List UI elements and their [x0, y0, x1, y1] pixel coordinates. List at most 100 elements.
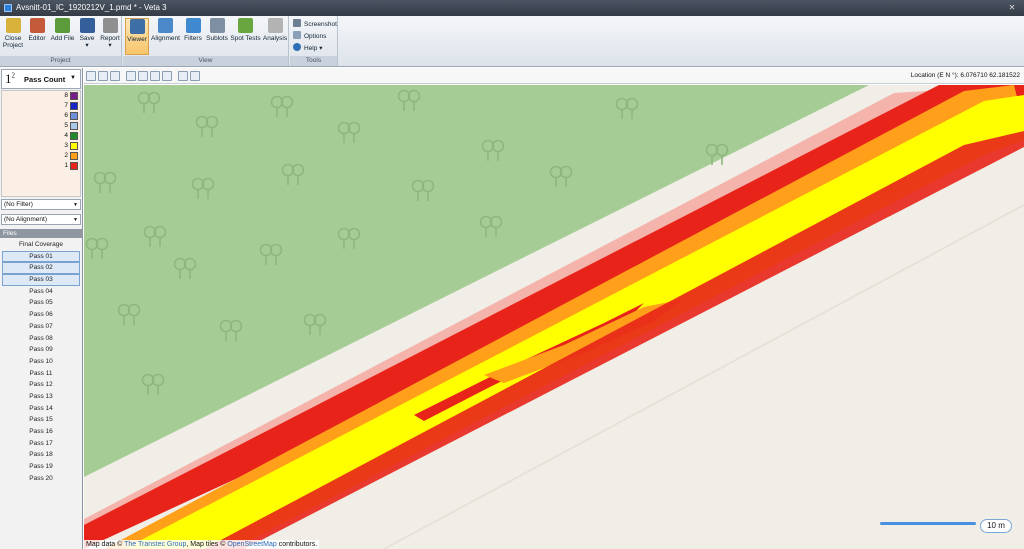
zoom-in-icon[interactable] — [126, 71, 136, 81]
file-item-pass-02[interactable]: Pass 02 — [2, 262, 80, 275]
file-item-pass-19[interactable]: Pass 19 — [2, 461, 80, 473]
project-group-label: Project — [0, 56, 121, 66]
file-item-pass-09[interactable]: Pass 09 — [2, 344, 80, 356]
help-icon — [293, 43, 301, 51]
legend-swatch — [70, 132, 78, 140]
legend-swatch — [70, 112, 78, 120]
legend: 8 7 6 5 4 3 2 1 — [1, 90, 81, 197]
editor-button[interactable]: Editor — [26, 18, 48, 55]
legend-row: 4 — [2, 131, 80, 141]
viewer-label: Viewer — [127, 36, 147, 43]
file-item-pass-20[interactable]: Pass 20 — [2, 473, 80, 485]
zoom-out-icon[interactable] — [138, 71, 148, 81]
print-icon[interactable] — [150, 71, 160, 81]
spot-tests-button[interactable]: Spot Tests — [230, 18, 261, 55]
file-item-pass-04[interactable]: Pass 04 — [2, 286, 80, 298]
screenshot-button[interactable]: Screenshot — [293, 19, 337, 30]
viewer-icon — [129, 19, 145, 34]
legend-swatch — [70, 122, 78, 130]
analysis-button[interactable]: Analysis — [262, 18, 288, 55]
alignment-dropdown[interactable]: (No Alignment) ▼ — [1, 214, 81, 225]
editor-icon — [29, 18, 45, 33]
scale-bar — [880, 522, 976, 525]
color-scheme-icon[interactable] — [190, 71, 200, 81]
file-item-pass-18[interactable]: Pass 18 — [2, 449, 80, 461]
file-item-pass-16[interactable]: Pass 16 — [2, 426, 80, 438]
export-icon[interactable] — [162, 71, 172, 81]
file-item-final-coverage[interactable]: Final Coverage — [2, 239, 80, 251]
add-file-icon — [55, 18, 70, 33]
file-item-pass-01[interactable]: Pass 01 — [2, 250, 80, 263]
file-item-pass-12[interactable]: Pass 12 — [2, 379, 80, 391]
file-item-pass-03[interactable]: Pass 03 — [2, 274, 80, 286]
layer-icon[interactable] — [178, 71, 188, 81]
legend-value: 6 — [64, 112, 68, 119]
alignment-icon — [158, 18, 173, 33]
file-item-pass-11[interactable]: Pass 11 — [2, 368, 80, 380]
close-window-icon[interactable]: ✕ — [1004, 3, 1020, 13]
close-project-icon — [5, 18, 21, 33]
file-item-pass-08[interactable]: Pass 08 — [2, 333, 80, 345]
legend-value: 1 — [64, 162, 68, 169]
spot-tests-label: Spot Tests — [230, 35, 261, 42]
map-view[interactable]: 10 m Map data © The Transtec Group, Map … — [84, 85, 1024, 549]
tools-group: Screenshot Options Help ▾ Tools — [290, 16, 338, 66]
legend-selector[interactable]: 12 Pass Count ▼ — [1, 69, 81, 89]
legend-swatch — [70, 92, 78, 100]
add-file-button[interactable]: Add File — [49, 18, 76, 55]
osm-link[interactable]: OpenStreetMap — [227, 541, 276, 548]
map-toolbar: Location (E N °): 6.076710 62.181522 — [84, 68, 1024, 84]
viewer-button[interactable]: Viewer — [125, 18, 149, 55]
file-item-pass-05[interactable]: Pass 05 — [2, 297, 80, 309]
app-icon — [4, 4, 12, 12]
report-label: Report — [100, 35, 120, 42]
window-title: Avsnitt-01_IC_1920212V_1.pmd * - Veta 3 — [16, 3, 167, 12]
file-item-pass-07[interactable]: Pass 07 — [2, 321, 80, 333]
save-button[interactable]: Save ▾ — [77, 18, 97, 55]
file-item-pass-13[interactable]: Pass 13 — [2, 391, 80, 403]
file-item-pass-14[interactable]: Pass 14 — [2, 403, 80, 415]
chevron-down-icon: ▼ — [70, 75, 76, 81]
add-file-label: Add File — [50, 35, 75, 42]
view-group-label: View — [123, 56, 288, 66]
save-icon — [79, 18, 95, 33]
chevron-down-icon: ▼ — [73, 217, 78, 223]
view-group: Viewer Alignment Filters Sublots Spot Te… — [123, 16, 289, 66]
title-bar: Avsnitt-01_IC_1920212V_1.pmd * - Veta 3 … — [0, 0, 1024, 16]
file-item-pass-06[interactable]: Pass 06 — [2, 309, 80, 321]
legend-swatch — [70, 102, 78, 110]
close-project-button[interactable]: Close Project — [2, 18, 24, 55]
legend-value: 2 — [64, 152, 68, 159]
report-dropdown-arrow: ▾ — [108, 42, 112, 49]
save-dropdown-arrow: ▾ — [85, 42, 89, 49]
options-button[interactable]: Options — [293, 31, 326, 42]
file-item-pass-10[interactable]: Pass 10 — [2, 356, 80, 368]
filters-label: Filters — [184, 35, 202, 42]
transtec-link[interactable]: The Transtec Group — [124, 541, 186, 548]
file-item-pass-15[interactable]: Pass 15 — [2, 414, 80, 426]
file-item-pass-17[interactable]: Pass 17 — [2, 438, 80, 450]
spot-tests-icon — [238, 18, 253, 33]
sublots-button[interactable]: Sublots — [205, 18, 229, 55]
help-button[interactable]: Help ▾ — [293, 43, 322, 54]
sublots-icon — [209, 18, 225, 33]
legend-swatch — [70, 162, 78, 170]
filters-button[interactable]: Filters — [183, 18, 203, 55]
legend-row: 2 — [2, 151, 80, 161]
measure-icon[interactable] — [110, 71, 120, 81]
location-readout: Location (E N °): 6.076710 62.181522 — [910, 72, 1020, 79]
sublots-label: Sublots — [206, 35, 228, 42]
chevron-down-icon: ▼ — [73, 202, 78, 208]
screenshot-label: Screenshot — [304, 21, 337, 28]
alignment-button[interactable]: Alignment — [150, 18, 181, 55]
scale-label: 10 m — [980, 519, 1012, 533]
filter-tool-icon[interactable] — [98, 71, 108, 81]
legend-swatch — [70, 152, 78, 160]
report-icon — [102, 18, 118, 33]
filter-dropdown[interactable]: (No Filter) ▼ — [1, 199, 81, 210]
report-button[interactable]: Report ▾ — [99, 18, 121, 55]
filter-value: (No Filter) — [4, 201, 33, 208]
ribbon: Close Project Editor Add File Save ▾ Repor… — [0, 16, 1024, 67]
legend-value: 5 — [64, 122, 68, 129]
home-icon[interactable] — [86, 71, 96, 81]
